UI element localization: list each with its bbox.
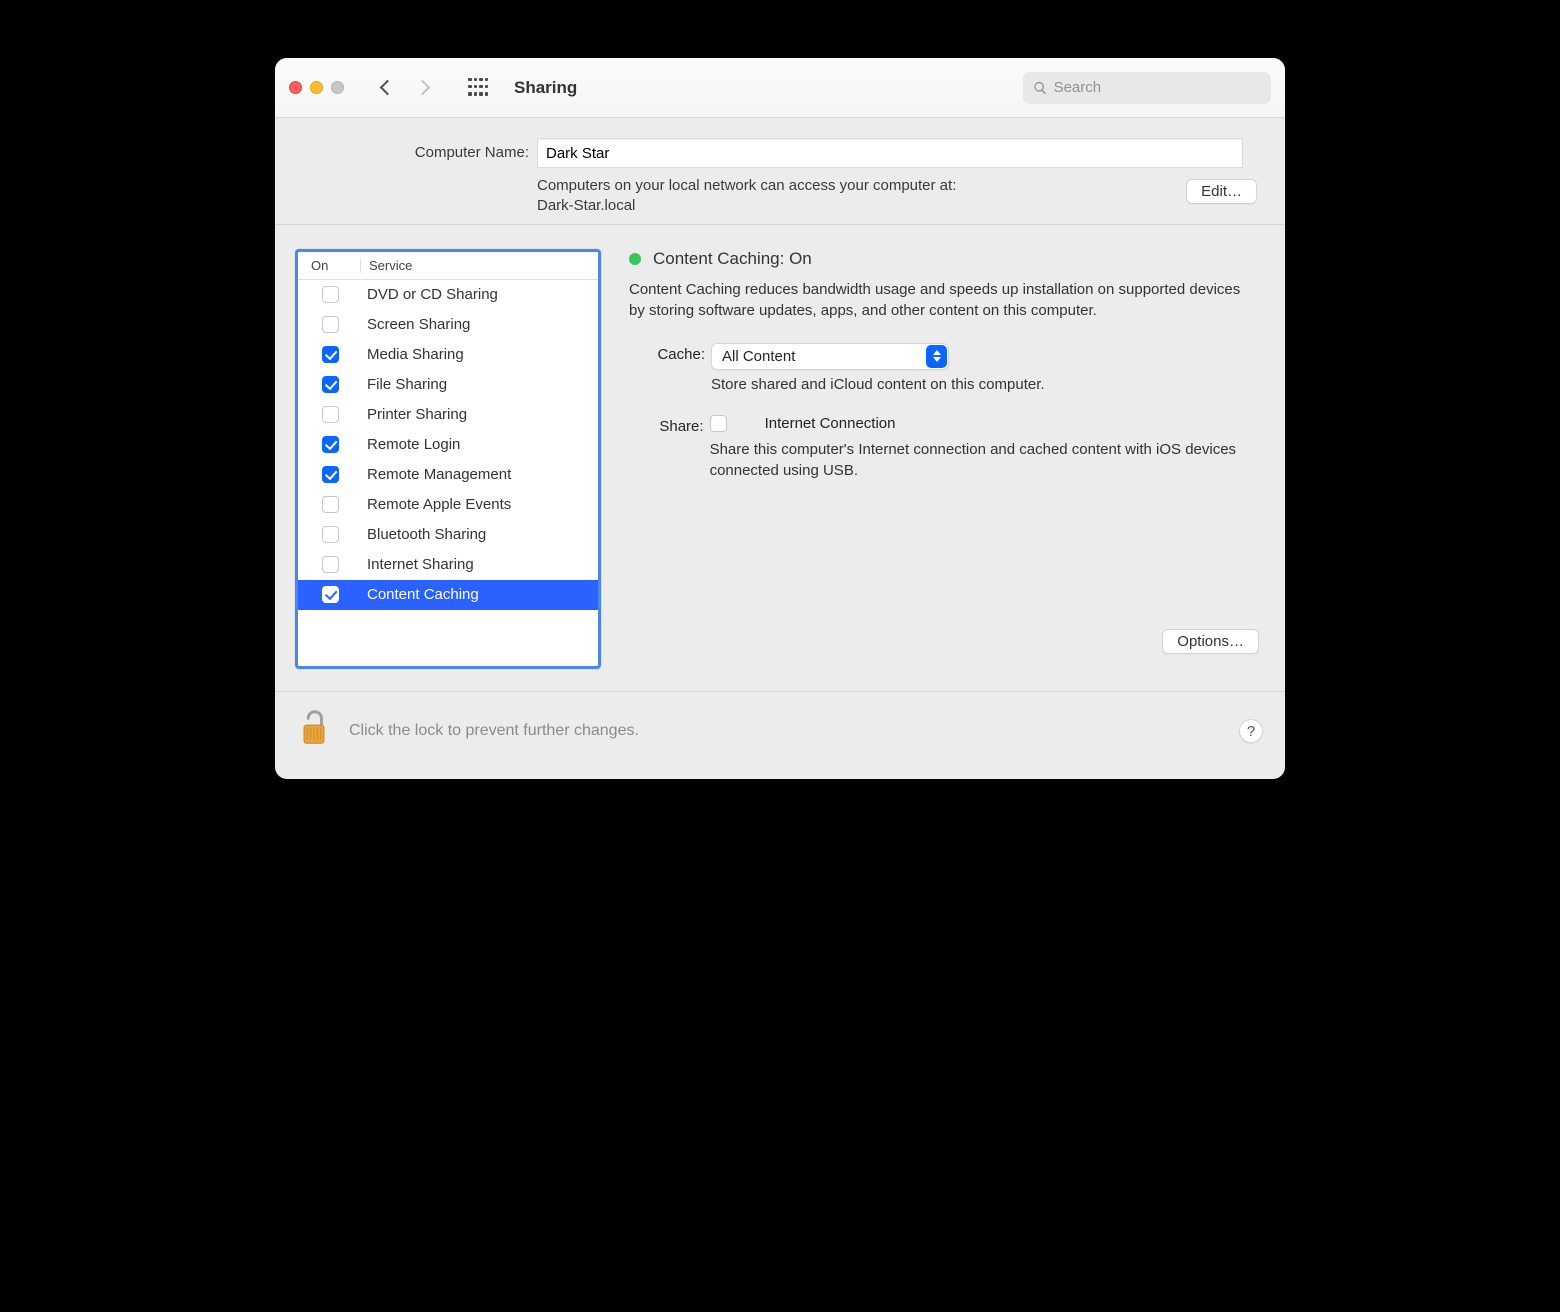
service-row[interactable]: Remote Login — [298, 430, 598, 460]
service-checkbox[interactable] — [322, 466, 339, 483]
column-service: Service — [361, 258, 412, 273]
status-title: Content Caching: On — [653, 249, 812, 269]
column-on: On — [306, 258, 361, 273]
service-checkbox[interactable] — [322, 406, 339, 423]
back-button[interactable] — [380, 80, 396, 96]
lock-icon[interactable] — [297, 710, 331, 753]
service-checkbox[interactable] — [322, 436, 339, 453]
service-row[interactable]: Content Caching — [298, 580, 598, 610]
service-checkbox[interactable] — [322, 586, 339, 603]
cache-hint: Store shared and iCloud content on this … — [711, 376, 1045, 393]
titlebar: Sharing — [275, 58, 1285, 118]
service-row[interactable]: File Sharing — [298, 370, 598, 400]
service-label: Media Sharing — [367, 346, 464, 363]
search-field[interactable] — [1023, 72, 1271, 104]
service-row[interactable]: DVD or CD Sharing — [298, 280, 598, 310]
cache-select-value: All Content — [722, 348, 795, 365]
service-row[interactable]: Screen Sharing — [298, 310, 598, 340]
service-label: Remote Apple Events — [367, 496, 511, 513]
service-row[interactable]: Media Sharing — [298, 340, 598, 370]
nav-buttons — [382, 82, 428, 93]
service-label: Internet Sharing — [367, 556, 474, 573]
search-input[interactable] — [1054, 79, 1261, 96]
service-description: Content Caching reduces bandwidth usage … — [629, 279, 1259, 321]
cache-label: Cache: — [629, 343, 705, 393]
service-detail-panel: Content Caching: On Content Caching redu… — [629, 249, 1265, 669]
minimize-window-button[interactable] — [310, 81, 323, 94]
footer: Click the lock to prevent further change… — [275, 692, 1285, 779]
zoom-window-button — [331, 81, 344, 94]
forward-button — [415, 80, 431, 96]
show-all-icon[interactable] — [468, 78, 488, 98]
service-checkbox[interactable] — [322, 316, 339, 333]
service-label: DVD or CD Sharing — [367, 286, 498, 303]
select-stepper-icon — [926, 345, 947, 368]
service-row[interactable]: Bluetooth Sharing — [298, 520, 598, 550]
pane-title: Sharing — [514, 78, 577, 98]
cache-select[interactable]: All Content — [711, 343, 949, 370]
service-label: Printer Sharing — [367, 406, 467, 423]
service-row[interactable]: Internet Sharing — [298, 550, 598, 580]
service-checkbox[interactable] — [322, 556, 339, 573]
close-window-button[interactable] — [289, 81, 302, 94]
service-label: Remote Login — [367, 436, 460, 453]
service-label: Content Caching — [367, 586, 479, 603]
service-label: Screen Sharing — [367, 316, 470, 333]
computer-name-input[interactable] — [537, 138, 1243, 168]
service-row[interactable]: Remote Management — [298, 460, 598, 490]
status-indicator-icon — [629, 253, 641, 265]
service-checkbox[interactable] — [322, 526, 339, 543]
share-label: Share: — [629, 415, 704, 481]
window-controls — [289, 81, 344, 94]
service-label: File Sharing — [367, 376, 447, 393]
service-checkbox[interactable] — [322, 346, 339, 363]
service-label: Remote Management — [367, 466, 511, 483]
service-row[interactable]: Printer Sharing — [298, 400, 598, 430]
share-hint: Share this computer's Internet connectio… — [710, 439, 1259, 481]
preferences-window: Sharing Computer Name: Computers on your… — [275, 58, 1285, 779]
edit-hostname-button[interactable]: Edit… — [1186, 179, 1257, 204]
lock-text: Click the lock to prevent further change… — [349, 722, 639, 740]
computer-name-section: Computer Name: Computers on your local n… — [275, 118, 1285, 225]
share-internet-checkbox[interactable] — [710, 415, 727, 432]
share-internet-label: Internet Connection — [765, 415, 896, 432]
service-checkbox[interactable] — [322, 286, 339, 303]
service-checkbox[interactable] — [322, 496, 339, 513]
services-list[interactable]: On Service DVD or CD Sharing Screen Shari… — [295, 249, 601, 669]
search-icon — [1033, 80, 1048, 96]
options-button[interactable]: Options… — [1162, 629, 1259, 654]
main-content: On Service DVD or CD Sharing Screen Shari… — [275, 225, 1285, 692]
services-header: On Service — [298, 252, 598, 280]
computer-name-label: Computer Name: — [303, 138, 529, 204]
service-checkbox[interactable] — [322, 376, 339, 393]
help-button[interactable]: ? — [1239, 719, 1263, 743]
service-row[interactable]: Remote Apple Events — [298, 490, 598, 520]
service-label: Bluetooth Sharing — [367, 526, 486, 543]
